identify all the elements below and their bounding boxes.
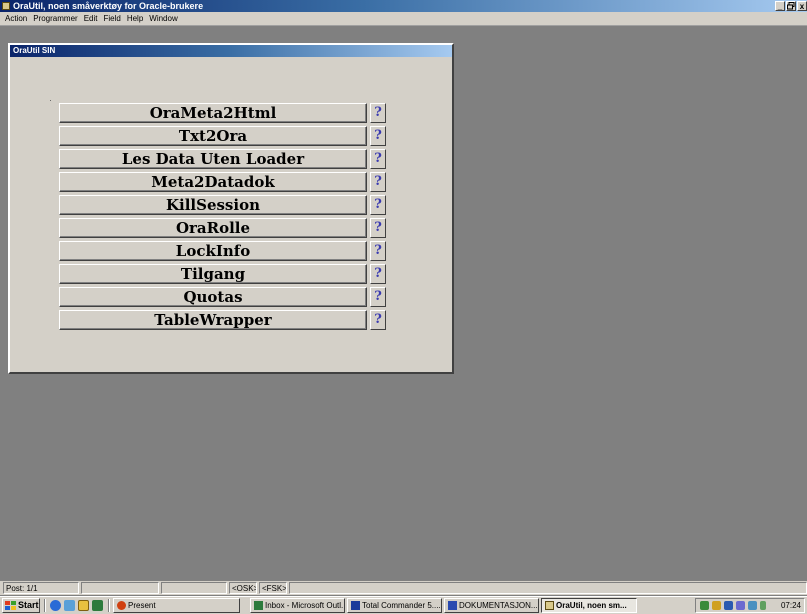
tool-row-txt2ora: Txt2Ora ? [59, 126, 389, 146]
close-button[interactable]: x [797, 1, 807, 11]
killsession-help-button[interactable]: ? [370, 195, 386, 215]
tool-row-lockinfo: LockInfo ? [59, 241, 389, 261]
tablewrapper-help-button[interactable]: ? [370, 310, 386, 330]
tool-row-orameta2html: OraMeta2Html ? [59, 103, 389, 123]
menu-window[interactable]: Window [146, 12, 180, 25]
status-cell-message [289, 582, 807, 594]
orarolle-help-button[interactable]: ? [370, 218, 386, 238]
tool-row-killsession: KillSession ? [59, 195, 389, 215]
menu-programmer[interactable]: Programmer [30, 12, 80, 25]
quotas-button[interactable]: Quotas [59, 287, 367, 307]
menu-action[interactable]: Action [2, 12, 30, 25]
restore-button[interactable] [786, 1, 796, 11]
status-cell-empty-1 [81, 582, 159, 594]
killsession-button[interactable]: KillSession [59, 195, 367, 215]
oracle-forms-icon [2, 2, 10, 10]
menu-help[interactable]: Help [124, 12, 146, 25]
meta2datadok-help-button[interactable]: ? [370, 172, 386, 192]
tablewrapper-button[interactable]: TableWrapper [59, 310, 367, 330]
volume-icon[interactable] [712, 601, 721, 610]
tool-row-les-data-uten-loader: Les Data Uten Loader ? [59, 149, 389, 169]
child-window-title[interactable]: OraUtil SIN [10, 45, 452, 57]
display-icon[interactable] [748, 601, 757, 610]
task-present[interactable]: Present [113, 598, 240, 613]
outlook-express-icon[interactable] [78, 600, 89, 611]
taskbar: Start Present Inbox - Microsoft Outl... … [0, 596, 807, 614]
tool-row-tablewrapper: TableWrapper ? [59, 310, 389, 330]
antivirus-icon[interactable] [724, 601, 733, 610]
osk-indicator: <OSK> [229, 582, 257, 594]
menu-field[interactable]: Field [100, 12, 123, 25]
messenger-icon[interactable] [736, 601, 745, 610]
task-oraUtil[interactable]: OraUtil, noen sm... [541, 598, 637, 613]
tilgang-button[interactable]: Tilgang [59, 264, 367, 284]
tool-row-tilgang: Tilgang ? [59, 264, 389, 284]
minimize-button[interactable]: _ [775, 1, 785, 11]
window-title: OraUtil, noen småverktøy for Oracle-bruk… [13, 1, 204, 11]
quotas-help-button[interactable]: ? [370, 287, 386, 307]
status-cell-empty-2 [161, 582, 227, 594]
word-icon [448, 601, 457, 610]
les-data-uten-loader-help-button[interactable]: ? [370, 149, 386, 169]
start-label: Start [18, 600, 39, 610]
internet-explorer-icon[interactable] [50, 600, 61, 611]
fsk-indicator: <FSK> [259, 582, 287, 594]
lockinfo-button[interactable]: LockInfo [59, 241, 367, 261]
status-icon[interactable] [760, 601, 766, 610]
taskbar-separator [108, 599, 110, 612]
txt2ora-button[interactable]: Txt2Ora [59, 126, 367, 146]
system-tray: 07:24 [695, 598, 805, 613]
orarolle-button[interactable]: OraRolle [59, 218, 367, 238]
network-icon[interactable] [700, 601, 709, 610]
window-title-bar[interactable]: OraUtil, noen småverktøy for Oracle-bruk… [0, 0, 807, 12]
tool-row-quotas: Quotas ? [59, 287, 389, 307]
tool-row-meta2datadok: Meta2Datadok ? [59, 172, 389, 192]
orameta2html-button[interactable]: OraMeta2Html [59, 103, 367, 123]
desktop-icon[interactable] [64, 600, 75, 611]
mdi-workspace: OraUtil SIN OraMeta2Html ? Txt2Ora ? Les… [0, 27, 807, 569]
start-button[interactable]: Start [2, 598, 40, 613]
tilgang-help-button[interactable]: ? [370, 264, 386, 284]
outlook-icon[interactable] [92, 600, 103, 611]
oraUtil-sin-window: OraUtil SIN OraMeta2Html ? Txt2Ora ? Les… [8, 43, 454, 374]
clock[interactable]: 07:24 [781, 599, 801, 612]
txt2ora-help-button[interactable]: ? [370, 126, 386, 146]
task-dokumentasjon[interactable]: DOKUMENTASJON... [444, 598, 539, 613]
tool-row-orarolle: OraRolle ? [59, 218, 389, 238]
orameta2html-help-button[interactable]: ? [370, 103, 386, 123]
task-total-commander[interactable]: Total Commander 5.... [347, 598, 442, 613]
menu-bar: Action Programmer Edit Field Help Window [0, 12, 807, 26]
menu-edit[interactable]: Edit [81, 12, 101, 25]
windows-logo-icon [5, 601, 16, 610]
taskbar-separator [44, 599, 46, 612]
meta2datadok-button[interactable]: Meta2Datadok [59, 172, 367, 192]
status-bar: Post: 1/1 <OSK> <FSK> [0, 581, 807, 595]
restore-icon [787, 2, 795, 10]
powerpoint-icon [117, 601, 126, 610]
les-data-uten-loader-button[interactable]: Les Data Uten Loader [59, 149, 367, 169]
record-indicator: Post: 1/1 [3, 582, 79, 594]
outlook-icon [254, 601, 263, 610]
total-commander-icon [351, 601, 360, 610]
task-inbox-outlook[interactable]: Inbox - Microsoft Outl... [250, 598, 345, 613]
lockinfo-help-button[interactable]: ? [370, 241, 386, 261]
oracle-forms-icon [545, 601, 554, 610]
canvas-marker [50, 100, 51, 101]
